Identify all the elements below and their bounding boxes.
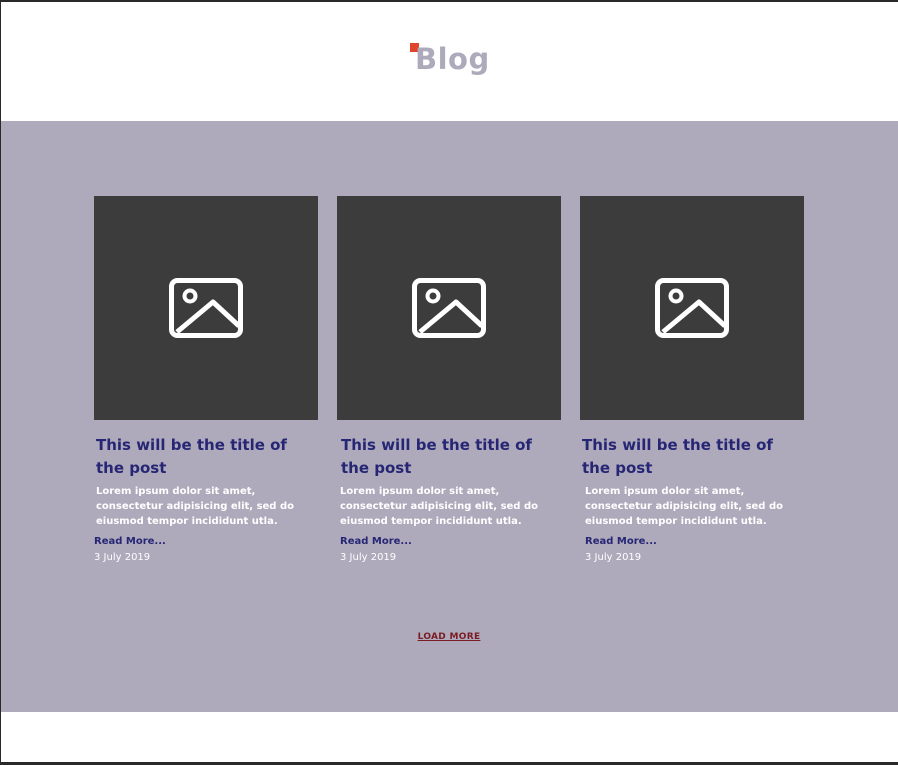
post-image[interactable]: [94, 196, 318, 420]
posts-section: This will be the title of the post Lorem…: [0, 121, 898, 712]
post-date: 3 July 2019: [340, 552, 397, 563]
post-card: This will be the title of the post Lorem…: [337, 196, 561, 563]
post-card: This will be the title of the post Lorem…: [580, 196, 804, 563]
post-image[interactable]: [580, 196, 804, 420]
load-more-container: LOAD MORE: [0, 624, 898, 643]
post-image[interactable]: [337, 196, 561, 420]
post-title[interactable]: This will be the title of the post: [341, 434, 563, 480]
post-card: This will be the title of the post Lorem…: [94, 196, 318, 563]
image-placeholder-icon: [169, 278, 243, 338]
image-placeholder-icon: [655, 278, 729, 338]
post-date: 3 July 2019: [585, 552, 642, 563]
post-excerpt: Lorem ipsum dolor sit amet, consectetur …: [96, 486, 294, 527]
post-excerpt: Lorem ipsum dolor sit amet, consectetur …: [340, 486, 538, 527]
post-excerpt: Lorem ipsum dolor sit amet, consectetur …: [585, 486, 783, 527]
read-more-link[interactable]: Read More...: [340, 536, 412, 547]
blog-logo[interactable]: Blog: [410, 42, 500, 83]
site-header: Blog: [0, 0, 898, 121]
post-title[interactable]: This will be the title of the post: [96, 434, 318, 480]
read-more-link[interactable]: Read More...: [94, 536, 166, 547]
logo-text: Blog: [415, 42, 490, 76]
image-placeholder-icon: [412, 278, 486, 338]
read-more-link[interactable]: Read More...: [585, 536, 657, 547]
post-title[interactable]: This will be the title of the post: [582, 434, 804, 480]
post-date: 3 July 2019: [94, 552, 151, 563]
load-more-button[interactable]: LOAD MORE: [418, 632, 481, 642]
